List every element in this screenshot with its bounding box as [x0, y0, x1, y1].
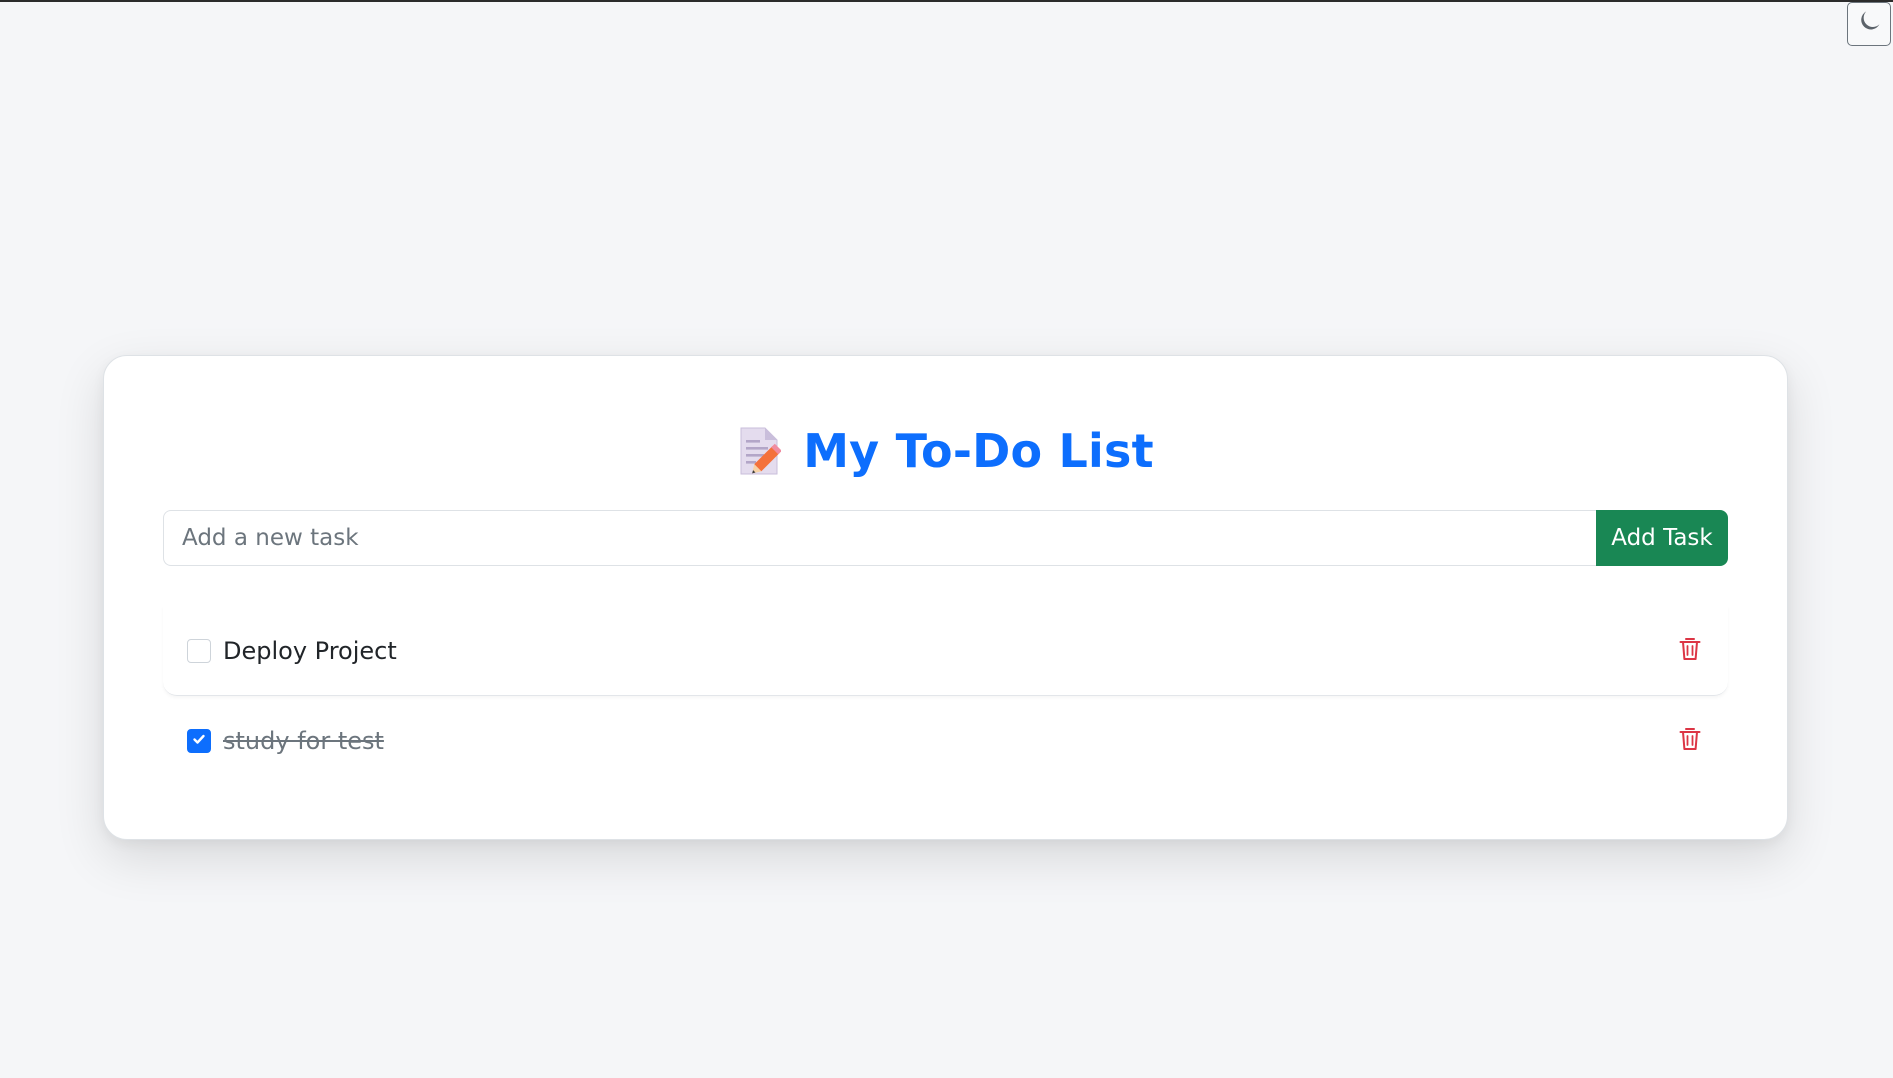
trash-icon [1678, 636, 1702, 666]
add-task-form: Add Task [163, 510, 1728, 566]
trash-icon [1678, 726, 1702, 756]
memo-icon [737, 426, 782, 476]
task-list: Deploy Project study for test [163, 606, 1728, 786]
add-task-button[interactable]: Add Task [1596, 510, 1728, 566]
new-task-input[interactable] [163, 510, 1596, 566]
todo-card: My To-Do List Add Task Deploy Project [103, 355, 1788, 840]
delete-task-button[interactable] [1674, 635, 1706, 667]
top-border-line [0, 0, 1893, 2]
title-text: My To-Do List [803, 424, 1154, 478]
moon-icon [1858, 11, 1880, 37]
delete-task-button[interactable] [1674, 725, 1706, 757]
checkmark-icon [191, 731, 207, 751]
page-title: My To-Do List [104, 416, 1787, 486]
task-label: study for test [223, 727, 384, 755]
theme-toggle-button[interactable] [1847, 2, 1891, 46]
task-checkbox[interactable] [187, 638, 211, 663]
task-label: Deploy Project [223, 636, 397, 665]
task-item: study for test [163, 696, 1728, 786]
task-checkbox[interactable] [187, 729, 211, 753]
task-item: Deploy Project [163, 606, 1728, 696]
